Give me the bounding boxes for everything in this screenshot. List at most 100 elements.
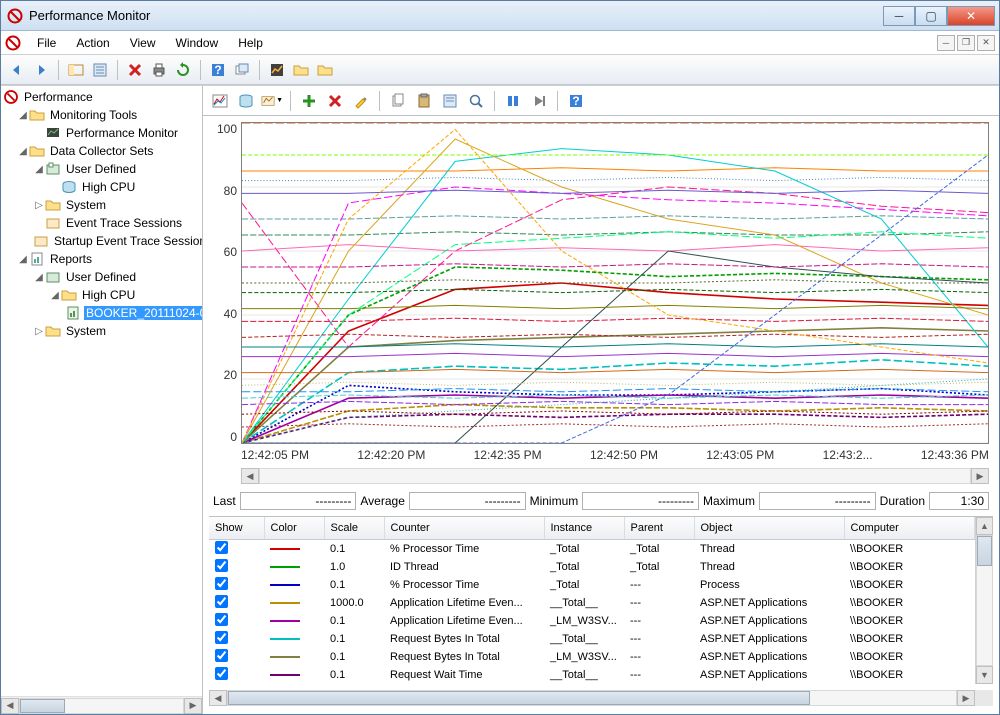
show-checkbox[interactable] bbox=[215, 631, 228, 644]
mdi-restore-button[interactable]: ❐ bbox=[957, 35, 975, 51]
delete-button[interactable] bbox=[125, 60, 145, 80]
tree-root-performance[interactable]: Performance bbox=[3, 88, 202, 106]
scroll-track[interactable] bbox=[227, 690, 957, 706]
scroll-right-icon[interactable]: ▶ bbox=[184, 698, 202, 714]
tree-monitoring-tools[interactable]: ◢ Monitoring Tools bbox=[3, 106, 202, 124]
minimize-button[interactable]: ─ bbox=[883, 6, 915, 26]
collapse-icon[interactable]: ◢ bbox=[33, 164, 45, 175]
show-checkbox[interactable] bbox=[215, 649, 228, 662]
zoom-button[interactable] bbox=[465, 90, 487, 112]
col-computer[interactable]: Computer bbox=[844, 517, 975, 539]
col-color[interactable]: Color bbox=[264, 517, 324, 539]
tree-reports-system[interactable]: ▷ System bbox=[3, 322, 202, 340]
scroll-left-icon[interactable]: ◀ bbox=[209, 690, 227, 706]
scroll-track[interactable] bbox=[976, 535, 993, 666]
tree-startup-event-trace-sessions[interactable]: Startup Event Trace Sessions bbox=[3, 232, 202, 250]
scroll-up-icon[interactable]: ▲ bbox=[976, 517, 993, 535]
print-button[interactable] bbox=[149, 60, 169, 80]
view-log-data-button[interactable] bbox=[235, 90, 257, 112]
menu-help[interactable]: Help bbox=[228, 34, 273, 52]
scroll-left-icon[interactable]: ◀ bbox=[241, 468, 259, 484]
table-row[interactable]: 1.0ID Thread_Total_TotalThread\\BOOKER bbox=[209, 558, 975, 576]
show-checkbox[interactable] bbox=[215, 595, 228, 608]
chart-hscrollbar[interactable]: ◀ ▶ bbox=[241, 468, 989, 486]
folder-button[interactable] bbox=[291, 60, 311, 80]
maximize-button[interactable]: ▢ bbox=[915, 6, 947, 26]
tree-system[interactable]: ▷ System bbox=[3, 196, 202, 214]
properties-button[interactable] bbox=[439, 90, 461, 112]
tree-high-cpu[interactable]: High CPU bbox=[3, 178, 202, 196]
menu-action[interactable]: Action bbox=[66, 34, 119, 52]
folder-button-2[interactable] bbox=[315, 60, 335, 80]
menu-file[interactable]: File bbox=[27, 34, 66, 52]
counter-table[interactable]: Show Color Scale Counter Instance Parent… bbox=[209, 517, 975, 684]
scroll-down-icon[interactable]: ▼ bbox=[976, 666, 993, 684]
scroll-right-icon[interactable]: ▶ bbox=[971, 468, 989, 484]
refresh-button[interactable] bbox=[173, 60, 193, 80]
forward-button[interactable] bbox=[31, 60, 51, 80]
scroll-thumb[interactable] bbox=[977, 536, 992, 566]
change-graph-type-button[interactable]: ▼ bbox=[261, 90, 283, 112]
tree-data-collector-sets[interactable]: ◢ Data Collector Sets bbox=[3, 142, 202, 160]
col-counter[interactable]: Counter bbox=[384, 517, 544, 539]
tree-report-item[interactable]: BOOKER_20111024-000001 bbox=[3, 304, 202, 322]
title-bar[interactable]: Performance Monitor ─ ▢ ✕ bbox=[1, 1, 999, 31]
counter-hscrollbar[interactable]: ◀ ▶ bbox=[209, 690, 993, 708]
show-checkbox[interactable] bbox=[215, 613, 228, 626]
tree-event-trace-sessions[interactable]: Event Trace Sessions bbox=[3, 214, 202, 232]
sidebar-hscrollbar[interactable]: ◀ ▶ bbox=[1, 696, 202, 714]
scroll-track[interactable] bbox=[19, 698, 184, 714]
tree-performance-monitor[interactable]: Performance Monitor bbox=[3, 124, 202, 142]
chart-plot[interactable] bbox=[241, 122, 989, 444]
add-counter-button[interactable] bbox=[298, 90, 320, 112]
scroll-thumb[interactable] bbox=[20, 699, 65, 713]
paste-button[interactable] bbox=[413, 90, 435, 112]
tree-user-defined[interactable]: ◢ User Defined bbox=[3, 160, 202, 178]
show-checkbox[interactable] bbox=[215, 667, 228, 680]
table-row[interactable]: 0.1Application Lifetime Even..._LM_W3SV.… bbox=[209, 612, 975, 630]
col-object[interactable]: Object bbox=[694, 517, 844, 539]
scroll-track[interactable] bbox=[259, 468, 971, 484]
view-current-activity-button[interactable] bbox=[209, 90, 231, 112]
expand-icon[interactable]: ▷ bbox=[33, 326, 45, 337]
menu-view[interactable]: View bbox=[120, 34, 166, 52]
collapse-icon[interactable]: ◢ bbox=[33, 272, 45, 283]
show-checkbox[interactable] bbox=[215, 559, 228, 572]
scroll-thumb[interactable] bbox=[228, 691, 810, 705]
collapse-icon[interactable]: ◢ bbox=[17, 146, 29, 157]
mdi-close-button[interactable]: ✕ bbox=[977, 35, 995, 51]
table-row[interactable]: 0.1Request Bytes In Total_LM_W3SV...---A… bbox=[209, 648, 975, 666]
copy-button[interactable] bbox=[387, 90, 409, 112]
table-row[interactable]: 0.1Request Wait Time__Total__---ASP.NET … bbox=[209, 666, 975, 684]
properties-button[interactable] bbox=[90, 60, 110, 80]
back-button[interactable] bbox=[7, 60, 27, 80]
tree-reports-high-cpu[interactable]: ◢ High CPU bbox=[3, 286, 202, 304]
col-instance[interactable]: Instance bbox=[544, 517, 624, 539]
scroll-left-icon[interactable]: ◀ bbox=[1, 698, 19, 714]
help-button[interactable]: ? bbox=[208, 60, 228, 80]
mdi-minimize-button[interactable]: ─ bbox=[937, 35, 955, 51]
show-hide-console-tree-button[interactable] bbox=[66, 60, 86, 80]
table-row[interactable]: 1000.0Application Lifetime Even...__Tota… bbox=[209, 594, 975, 612]
new-window-button[interactable] bbox=[232, 60, 252, 80]
collapse-icon[interactable]: ◢ bbox=[17, 110, 29, 121]
help-button[interactable]: ? bbox=[565, 90, 587, 112]
col-parent[interactable]: Parent bbox=[624, 517, 694, 539]
table-row[interactable]: 0.1% Processor Time_Total---Process\\BOO… bbox=[209, 576, 975, 594]
menu-window[interactable]: Window bbox=[166, 34, 229, 52]
table-row[interactable]: 0.1% Processor Time_Total_TotalThread\\B… bbox=[209, 539, 975, 558]
show-checkbox[interactable] bbox=[215, 541, 228, 554]
counter-vscrollbar[interactable]: ▲ ▼ bbox=[975, 517, 993, 684]
show-checkbox[interactable] bbox=[215, 577, 228, 590]
scroll-right-icon[interactable]: ▶ bbox=[957, 690, 975, 706]
expand-icon[interactable]: ▷ bbox=[33, 200, 45, 211]
collapse-icon[interactable]: ◢ bbox=[49, 290, 61, 301]
col-scale[interactable]: Scale bbox=[324, 517, 384, 539]
col-show[interactable]: Show bbox=[209, 517, 264, 539]
view-log-data-button[interactable] bbox=[267, 60, 287, 80]
tree-reports-user-defined[interactable]: ◢ User Defined bbox=[3, 268, 202, 286]
delete-counter-button[interactable] bbox=[324, 90, 346, 112]
freeze-display-button[interactable] bbox=[502, 90, 524, 112]
close-button[interactable]: ✕ bbox=[947, 6, 995, 26]
collapse-icon[interactable]: ◢ bbox=[17, 254, 29, 265]
